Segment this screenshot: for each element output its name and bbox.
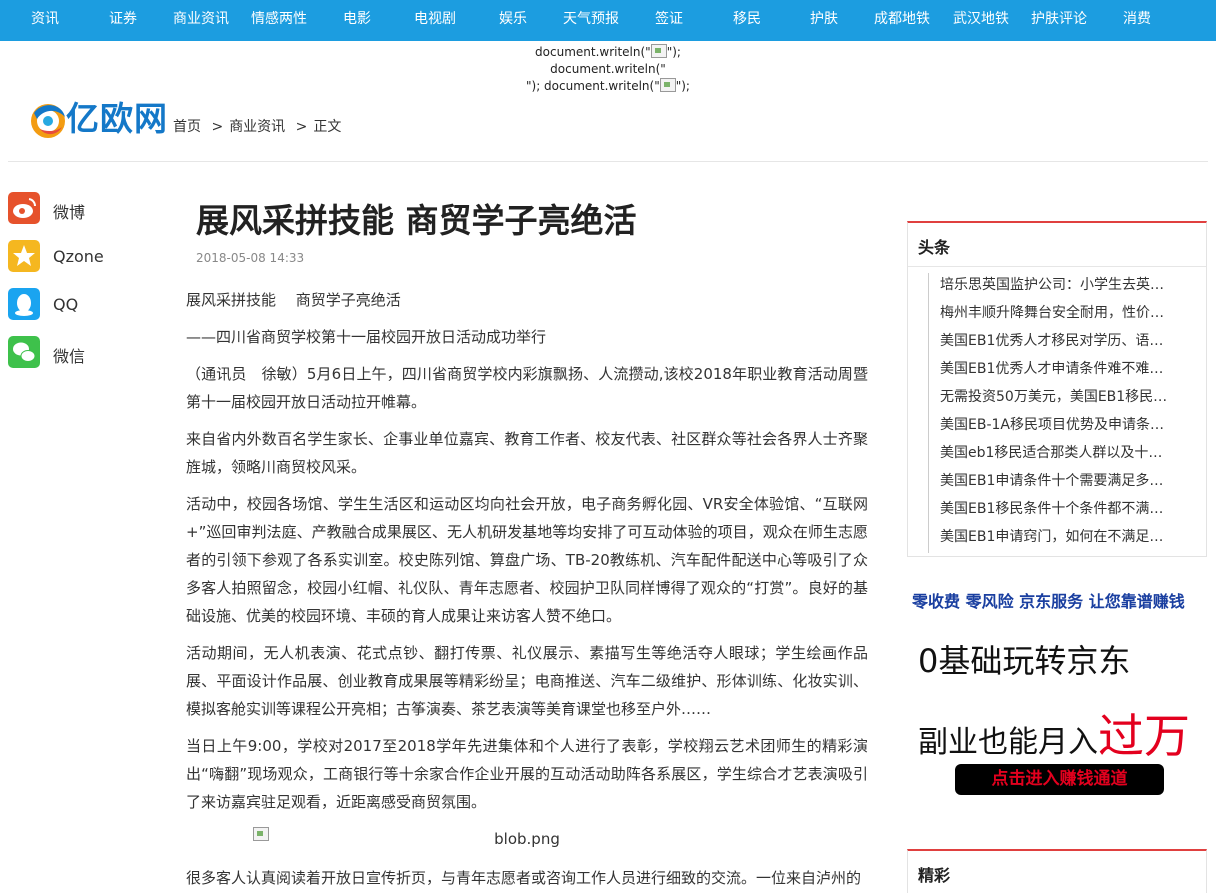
headlines-divider [908, 266, 1206, 267]
weibo-icon [8, 192, 40, 224]
share-weibo[interactable]: 微博 [8, 190, 148, 238]
wechat-icon [8, 336, 40, 368]
article-paragraph: （通讯员 徐敏）5月6日上午，四川省商贸学校内彩旗飘扬、人流攒动,该校2018年… [186, 365, 868, 411]
qzone-icon [8, 240, 40, 272]
breadcrumb-home[interactable]: 首页 [173, 119, 201, 135]
article-paragraph: 展风采拼技能 商贸学子亮绝活 [186, 291, 401, 309]
script-leak-part: "); document.writeln(" [526, 79, 660, 93]
headline-item[interactable]: 美国EB1移民条件十个条件都不满… [928, 497, 1198, 525]
breadcrumb-separator: > [295, 119, 308, 135]
headline-item[interactable]: 梅州丰顺升降舞台安全耐用，性价… [928, 301, 1198, 329]
ad-subheadline-text: 副业也能月入 [918, 725, 1098, 760]
qq-icon [8, 288, 40, 320]
nav-item-visa[interactable]: 签证 [655, 0, 683, 41]
article-title: 展风采拼技能 商贸学子亮绝活 [196, 201, 637, 240]
nav-item-chengdu-metro[interactable]: 成都地铁 [874, 0, 930, 41]
broken-image-icon [650, 44, 667, 58]
nav-item-news[interactable]: 资讯 [31, 0, 59, 41]
article-paragraph: 活动中，校园各场馆、学生生活区和运动区均向社会开放，电子商务孵化园、VR安全体验… [186, 495, 868, 625]
share-label: 微信 [53, 347, 86, 366]
headline-item[interactable]: 美国EB1优秀人才申请条件难不难… [928, 357, 1198, 385]
top-nav: 资讯 证券 商业资讯 情感两性 电影 电视剧 娱乐 天气预报 签证 移民 护肤 … [0, 0, 1216, 41]
headline-item[interactable]: 美国EB1申请窍门，如何在不满足… [928, 525, 1198, 553]
article-date: 2018-05-08 14:33 [196, 251, 305, 265]
ad-headline[interactable]: 0基础玩转京东 [918, 636, 1130, 682]
nav-item-movies[interactable]: 电影 [343, 0, 371, 41]
headline-item[interactable]: 美国EB1优秀人才移民对学历、语… [928, 329, 1198, 357]
headlines-panel: 头条 培乐思英国监护公司：小学生去英… 梅州丰顺升降舞台安全耐用，性价… 美国E… [907, 221, 1207, 557]
headline-item[interactable]: 美国EB1申请条件十个需要满足多… [928, 469, 1198, 497]
article-paragraph: 来自省内外数百名学生家长、企事业单位嘉宾、教育工作者、校友代表、社区群众等社会各… [186, 430, 868, 476]
article-image: blob.png [186, 825, 868, 855]
share-label: 微博 [53, 203, 86, 222]
headline-item[interactable]: 培乐思英国监护公司：小学生去英… [928, 273, 1198, 301]
ad-highlight: 过万 [1098, 709, 1190, 763]
breadcrumb: 首页 > 商业资讯 > 正文 [173, 116, 347, 136]
nav-item-securities[interactable]: 证券 [109, 0, 137, 41]
share-panel: 微博 Qzone QQ 微信 [8, 190, 148, 382]
header-divider [8, 161, 1208, 162]
headline-item[interactable]: 美国EB-1A移民项目优势及申请条… [928, 413, 1198, 441]
share-label: QQ [53, 295, 79, 314]
headline-item[interactable]: 无需投资50万美元，美国EB1移民… [928, 385, 1198, 413]
nav-item-skincare-reviews[interactable]: 护肤评论 [1031, 0, 1087, 41]
breadcrumb-current: 正文 [313, 119, 342, 135]
article-paragraph: 当日上午9:00，学校对2017至2018学年先进集体和个人进行了表彰，学校翔云… [186, 737, 868, 811]
ad-tagline[interactable]: 零收费 零风险 京东服务 让您靠谱赚钱 [912, 588, 1185, 612]
nav-item-relationships[interactable]: 情感两性 [251, 0, 307, 41]
nav-item-business[interactable]: 商业资讯 [173, 0, 229, 41]
script-leak-text: document.writeln(" "); document.writeln("… [478, 44, 738, 95]
script-leak-part: "); [675, 79, 690, 93]
article-paragraph: 活动期间，无人机表演、花式点钞、翻打传票、礼仪展示、素描写生等绝活夺人眼球；学生… [186, 644, 868, 718]
logo-text: 亿欧网 [66, 99, 168, 138]
site-logo[interactable]: 亿欧网 [28, 97, 168, 143]
share-label: Qzone [53, 247, 104, 266]
nav-item-weather[interactable]: 天气预报 [563, 0, 619, 41]
featured-title: 精彩 [918, 866, 951, 885]
broken-image-icon [659, 78, 676, 92]
headlines-list: 培乐思英国监护公司：小学生去英… 梅州丰顺升降舞台安全耐用，性价… 美国EB1优… [928, 273, 1198, 553]
nav-item-skincare[interactable]: 护肤 [810, 0, 838, 41]
article-image-alt: blob.png [494, 830, 560, 848]
article-body: 展风采拼技能 商贸学子亮绝活 ——四川省商贸学校第十一届校园开放日活动成功举行 … [186, 286, 868, 893]
breadcrumb-separator: > [211, 119, 224, 135]
nav-item-consumption[interactable]: 消费 [1123, 0, 1151, 41]
ad-subheadline[interactable]: 副业也能月入过万 [918, 700, 1190, 766]
nav-item-immigration[interactable]: 移民 [733, 0, 761, 41]
headlines-title: 头条 [918, 238, 951, 257]
article-paragraph: ——四川省商贸学校第十一届校园开放日活动成功举行 [186, 328, 547, 346]
article-paragraph: 很多客人认真阅读着开放日宣传折页，与青年志愿者或咨询工作人员进行细致的交流。一位… [186, 869, 862, 887]
nav-item-wuhan-metro[interactable]: 武汉地铁 [953, 0, 1009, 41]
featured-panel: 精彩 [907, 849, 1207, 893]
share-wechat[interactable]: 微信 [8, 334, 148, 382]
share-qzone[interactable]: Qzone [8, 238, 148, 286]
nav-item-entertainment[interactable]: 娱乐 [499, 0, 527, 41]
breadcrumb-category[interactable]: 商业资讯 [229, 119, 285, 135]
ad-cta-button[interactable]: 点击进入赚钱通道 [955, 764, 1164, 795]
headline-item[interactable]: 美国eb1移民适合那类人群以及十… [928, 441, 1198, 469]
share-qq[interactable]: QQ [8, 286, 148, 334]
nav-item-tv[interactable]: 电视剧 [414, 0, 456, 41]
logo-swirl-icon [31, 104, 65, 138]
script-leak-part: document.writeln(" [535, 45, 651, 59]
